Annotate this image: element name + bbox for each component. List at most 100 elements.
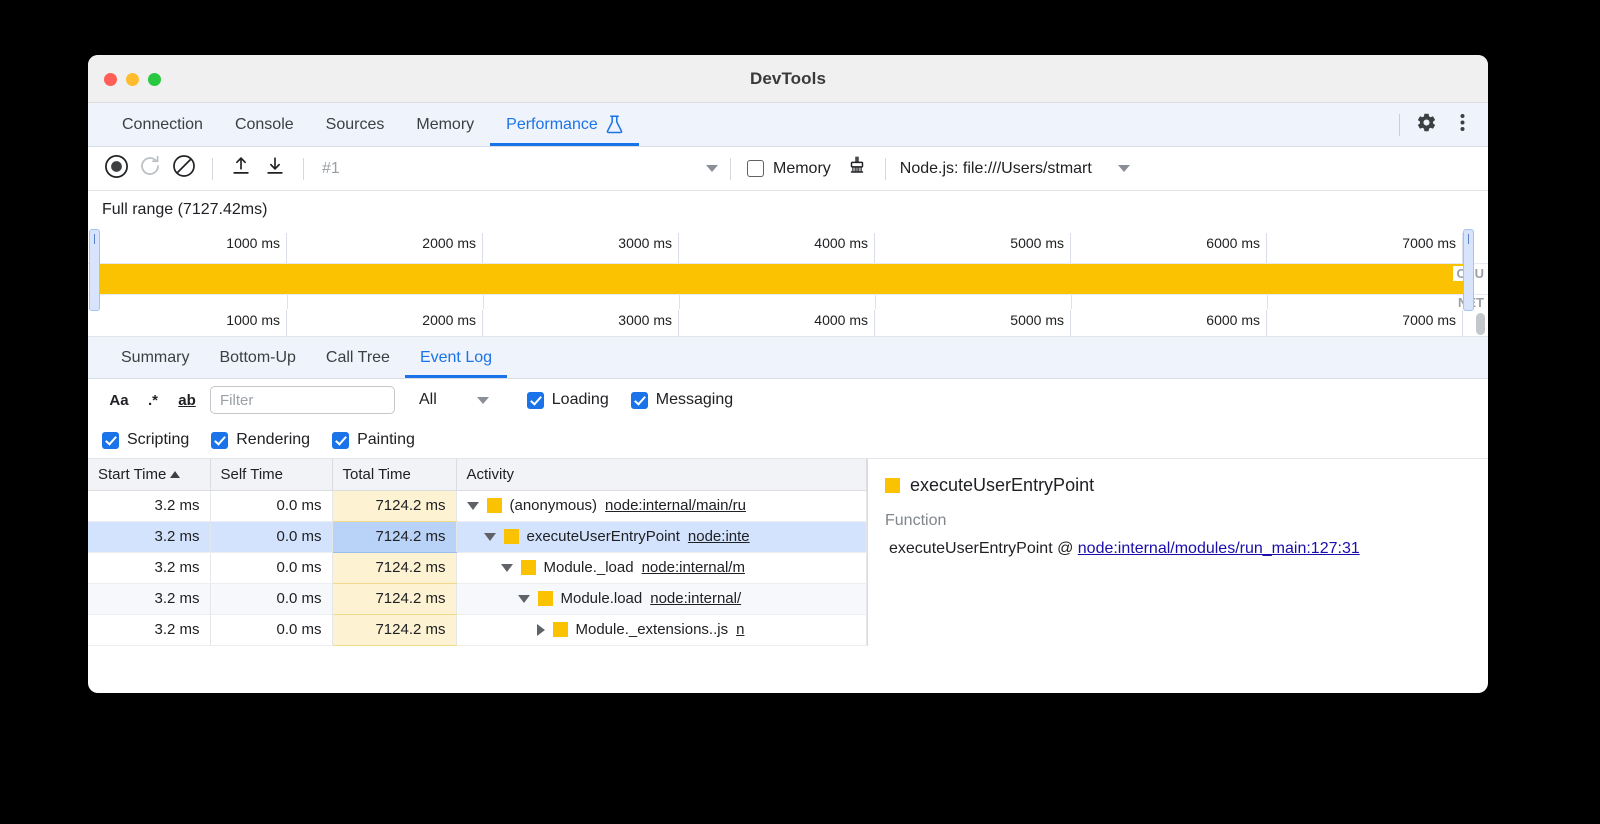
duration-filter-label[interactable]: All [419, 391, 437, 409]
table-row[interactable]: 3.2 ms 0.0 ms 7124.2 ms Module.load node… [88, 583, 867, 614]
activity-url[interactable]: n [736, 621, 744, 638]
cell-start-time: 3.2 ms [88, 552, 210, 583]
tab-call-tree[interactable]: Call Tree [311, 337, 405, 378]
activity-url[interactable]: node:internal/main/ru [605, 497, 746, 514]
ruler-bottom-tick: 7000 ms [1402, 312, 1456, 328]
table-row[interactable]: 3.2 ms 0.0 ms 7124.2 ms Module._load nod… [88, 552, 867, 583]
column-header-start-time[interactable]: Start Time [88, 459, 210, 490]
tab-call-tree-label: Call Tree [326, 349, 390, 367]
messaging-label: Messaging [656, 391, 733, 409]
timeline-overview[interactable]: Full range (7127.42ms) 1000 ms 2000 ms 3… [88, 191, 1488, 337]
overview-right-handle[interactable] [1463, 229, 1474, 311]
activity-url[interactable]: node:internal/m [642, 559, 745, 576]
tab-memory-label: Memory [416, 116, 474, 134]
regex-icon[interactable]: .* [136, 386, 170, 414]
net-strip: NET [88, 294, 1488, 310]
details-subtitle: Function [885, 512, 1488, 530]
activity-url[interactable]: node:internal/ [650, 590, 741, 607]
category-swatch-scripting [521, 560, 536, 575]
category-scripting[interactable]: Scripting [102, 431, 189, 449]
column-header-self-time[interactable]: Self Time [210, 459, 332, 490]
cell-activity: Module._load node:internal/m [456, 552, 867, 583]
target-chevron-down-icon[interactable] [1118, 165, 1130, 172]
tab-bottom-up-label: Bottom-Up [219, 349, 295, 367]
tab-console[interactable]: Console [219, 103, 310, 146]
collapse-triangle-icon[interactable] [537, 624, 545, 636]
expand-triangle-icon[interactable] [518, 595, 530, 603]
event-log-filterbar: Aa .* ab All Loading Messaging Scripting [88, 379, 1488, 459]
ruler-top-tick: 5000 ms [1010, 235, 1064, 251]
event-details-pane: executeUserEntryPoint Function executeUs… [869, 459, 1488, 646]
record-icon [104, 154, 129, 184]
table-row[interactable]: 3.2 ms 0.0 ms 7124.2 ms executeUserEntry… [88, 521, 867, 552]
ruler-bottom-tick: 2000 ms [422, 312, 476, 328]
tab-summary[interactable]: Summary [106, 337, 204, 378]
overview-scrollbar-thumb[interactable] [1476, 313, 1485, 335]
memory-label: Memory [773, 160, 831, 178]
messaging-checkbox[interactable] [631, 392, 648, 409]
ruler-bottom-tick: 4000 ms [814, 312, 868, 328]
save-profile-button[interactable] [259, 153, 291, 185]
details-stack-link[interactable]: node:internal/modules/run_main:127:31 [1078, 540, 1360, 557]
expand-triangle-icon[interactable] [484, 533, 496, 541]
expand-triangle-icon[interactable] [501, 564, 513, 572]
more-options-button[interactable] [1446, 109, 1478, 141]
category-painting[interactable]: Painting [332, 431, 415, 449]
session-selector-label[interactable]: #1 [322, 160, 704, 178]
cell-activity: executeUserEntryPoint node:inte [456, 521, 867, 552]
window-titlebar: DevTools [88, 55, 1488, 103]
tab-memory[interactable]: Memory [400, 103, 490, 146]
target-selector-label[interactable]: Node.js: file:///Users/stmart [900, 160, 1092, 178]
expand-triangle-icon[interactable] [467, 502, 479, 510]
memory-checkbox[interactable] [747, 160, 764, 177]
activity-name: Module._load [544, 559, 634, 576]
cell-self-time: 0.0 ms [210, 490, 332, 521]
scripting-checkbox[interactable] [102, 432, 119, 449]
ruler-top-tick: 3000 ms [618, 235, 672, 251]
overview-left-handle[interactable] [89, 229, 100, 311]
tab-event-log[interactable]: Event Log [405, 337, 507, 378]
tab-sources[interactable]: Sources [310, 103, 401, 146]
session-chevron-down-icon[interactable] [706, 165, 718, 172]
category-messaging[interactable]: Messaging [631, 391, 733, 409]
tab-connection[interactable]: Connection [106, 103, 219, 146]
duration-chevron-down-icon[interactable] [477, 397, 489, 404]
cell-total-time: 7124.2 ms [332, 552, 456, 583]
table-row[interactable]: 3.2 ms 0.0 ms 7124.2 ms (anonymous) node… [88, 490, 867, 521]
reload-and-record-button[interactable] [134, 153, 166, 185]
rendering-checkbox[interactable] [211, 432, 228, 449]
load-profile-button[interactable] [225, 153, 257, 185]
filter-input[interactable] [210, 386, 395, 414]
category-rendering[interactable]: Rendering [211, 431, 310, 449]
category-swatch-scripting [885, 478, 900, 493]
collect-garbage-button[interactable] [841, 153, 873, 185]
more-vertical-icon [1460, 113, 1465, 137]
event-log-table-pane: Start Time Self Time Total Time Activity [88, 459, 868, 646]
sort-ascending-icon [170, 471, 180, 478]
settings-button[interactable] [1410, 109, 1442, 141]
tab-bottom-up[interactable]: Bottom-Up [204, 337, 310, 378]
painting-checkbox[interactable] [332, 432, 349, 449]
whole-word-icon[interactable]: ab [170, 386, 204, 414]
category-loading[interactable]: Loading [527, 391, 609, 409]
record-button[interactable] [100, 153, 132, 185]
column-header-total-time[interactable]: Total Time [332, 459, 456, 490]
gear-icon [1416, 112, 1437, 138]
cell-self-time: 0.0 ms [210, 521, 332, 552]
table-row[interactable]: 3.2 ms 0.0 ms 7124.2 ms Module._extensio… [88, 614, 867, 645]
filter-row-secondary: Scripting Rendering Painting [88, 421, 415, 459]
details-stack-prefix: executeUserEntryPoint @ [889, 540, 1078, 557]
cell-total-time: 7124.2 ms [332, 490, 456, 521]
column-header-activity[interactable]: Activity [456, 459, 867, 490]
cell-start-time: 3.2 ms [88, 490, 210, 521]
activity-url[interactable]: node:inte [688, 528, 750, 545]
loading-checkbox[interactable] [527, 392, 544, 409]
column-header-activity-label: Activity [467, 466, 515, 483]
tab-performance[interactable]: Performance [490, 103, 639, 146]
match-case-icon[interactable]: Aa [102, 386, 136, 414]
memory-checkbox-group[interactable]: Memory [747, 160, 831, 178]
tab-console-label: Console [235, 116, 294, 134]
ruler-bottom-tick: 1000 ms [226, 312, 280, 328]
cell-total-time: 7124.2 ms [332, 583, 456, 614]
clear-recording-button[interactable] [168, 153, 200, 185]
